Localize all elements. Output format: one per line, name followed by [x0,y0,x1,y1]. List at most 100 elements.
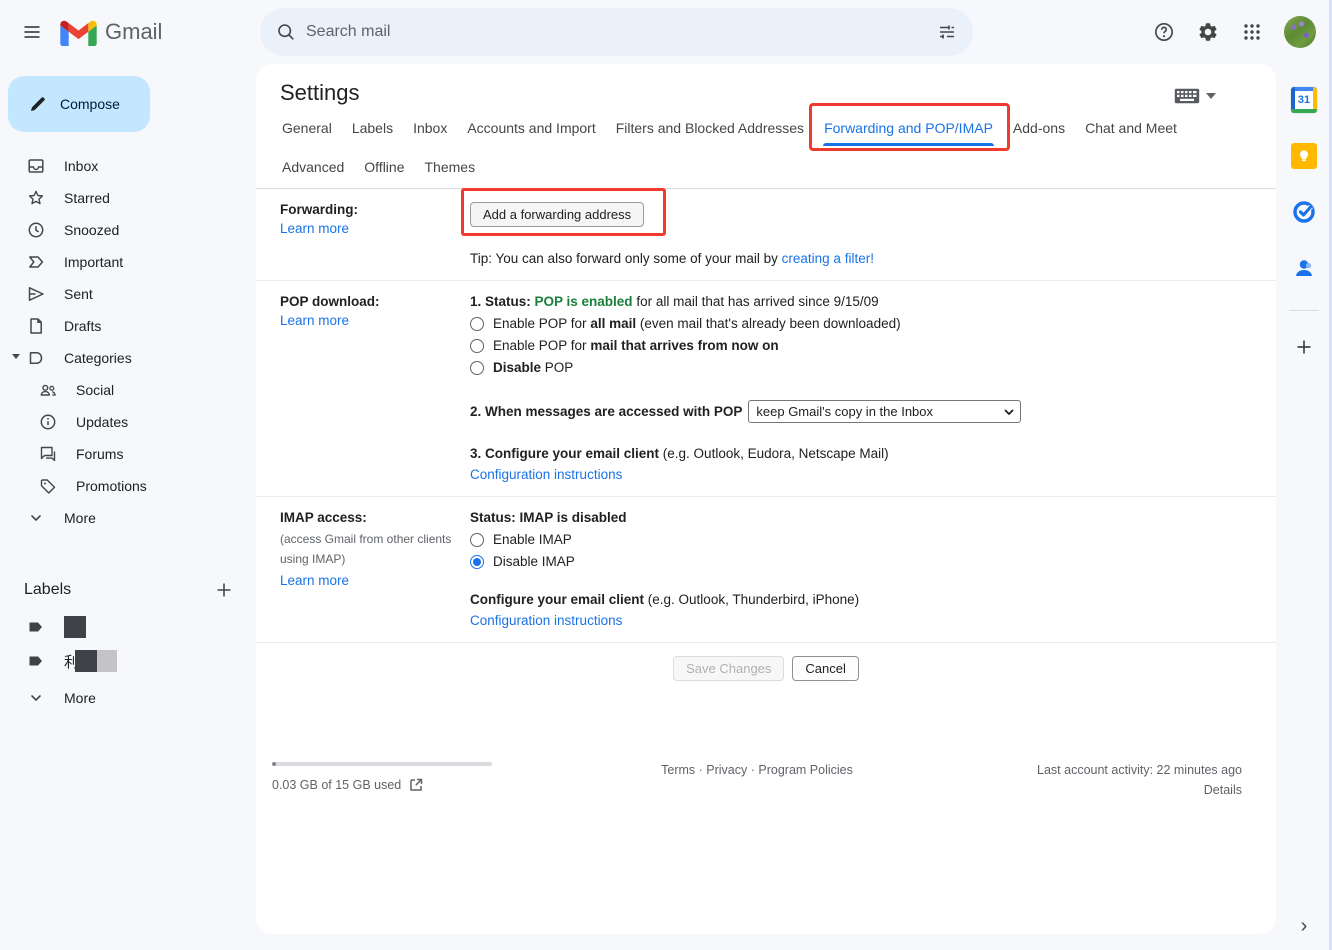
tab-forwarding-and-pop-imap[interactable]: Forwarding and POP/IMAP [814,110,1003,149]
calendar-app-button[interactable]: 31 [1284,80,1324,120]
sidebar-item-label: Starred [64,190,110,206]
tab-labels[interactable]: Labels [342,110,403,149]
radio-label: Enable POP for all mail (even mail that'… [493,316,901,331]
send-icon [26,284,46,304]
help-icon[interactable] [1144,12,1184,52]
keep-app-button[interactable] [1284,136,1324,176]
sidebar-item-sent[interactable]: Sent [0,278,256,310]
settings-gear-icon[interactable] [1188,12,1228,52]
radio-button[interactable] [470,361,484,375]
collapse-caret-icon[interactable] [12,354,20,359]
people-icon [38,380,58,400]
imap-option-disable: Disable IMAP [470,554,1260,569]
add-label-plus-icon[interactable] [214,580,234,600]
radio-label: Disable POP [493,360,573,375]
sidebar-item-starred[interactable]: Starred [0,182,256,214]
sidebar-item-snoozed[interactable]: Snoozed [0,214,256,246]
sidebar-item-important[interactable]: Important [0,246,256,278]
label-row[interactable]: 利 [0,644,256,678]
terms-link[interactable]: Terms [661,763,695,777]
program-policies-link[interactable]: Program Policies [758,763,852,777]
tab-themes[interactable]: Themes [415,149,486,188]
labels-more[interactable]: More [0,682,256,714]
sidebar-item-promotions[interactable]: Promotions [0,470,256,502]
sidebar-item-updates[interactable]: Updates [0,406,256,438]
pop-learn-more-link[interactable]: Learn more [280,313,349,328]
imap-option-enable: Enable IMAP [470,532,1260,547]
hide-side-panel-chevron[interactable]: › [1276,915,1332,938]
pop-configuration-instructions-link[interactable]: Configuration instructions [470,467,622,482]
radio-button[interactable] [470,555,484,569]
chevron-down-icon [26,508,46,528]
storage-progress-bar [272,762,492,766]
search-options-icon[interactable] [927,12,967,52]
top-bar: Gmail [0,0,1332,64]
imap-configuration-instructions-link[interactable]: Configuration instructions [470,613,622,628]
label-text-fragment: 利 [64,651,75,672]
gmail-logo[interactable]: Gmail [60,18,162,46]
tab-inbox[interactable]: Inbox [403,110,457,149]
external-link-icon[interactable] [409,778,423,792]
page-title: Settings [280,78,360,108]
sidebar-nav: Inbox Starred Snoozed Important Sent Dra… [0,150,256,534]
add-forwarding-address-button[interactable]: Add a forwarding address [470,202,644,227]
label-tag-icon [26,617,46,637]
sidebar-item-label: More [64,510,96,526]
forwarding-learn-more-link[interactable]: Learn more [280,221,349,236]
contacts-app-button[interactable] [1284,248,1324,288]
details-link[interactable]: Details [942,783,1242,797]
hamburger-menu-icon[interactable] [12,12,52,52]
sidebar-item-label: Promotions [76,478,147,494]
tab-chat-and-meet[interactable]: Chat and Meet [1075,110,1187,149]
radio-label: Disable IMAP [493,554,575,569]
imap-configure-line: Configure your email client (e.g. Outloo… [470,592,1260,607]
input-tools-toggle[interactable] [1174,88,1216,104]
sidebar-item-social[interactable]: Social [0,374,256,406]
radio-button[interactable] [470,317,484,331]
sidebar-item-categories[interactable]: Categories [0,342,256,374]
form-actions: Save Changes Cancel [256,643,1276,694]
footer-links: Terms · Privacy · Program Policies [572,754,942,797]
account-avatar[interactable] [1284,16,1316,48]
settings-tabs: General Labels Inbox Accounts and Import… [256,110,1276,189]
sidebar-item-forums[interactable]: Forums [0,438,256,470]
imap-access-label: IMAP access: [280,510,470,525]
privacy-link[interactable]: Privacy [706,763,747,777]
get-add-ons-button[interactable] [1284,327,1324,367]
tasks-app-button[interactable] [1284,192,1324,232]
search-input[interactable] [306,23,927,41]
sidebar-item-drafts[interactable]: Drafts [0,310,256,342]
tab-add-ons[interactable]: Add-ons [1003,110,1075,149]
imap-learn-more-link[interactable]: Learn more [280,573,349,588]
sidebar-item-label: Updates [76,414,128,430]
radio-button[interactable] [470,533,484,547]
inbox-icon [26,156,46,176]
forwarding-label: Forwarding: [280,202,470,217]
search-icon[interactable] [266,12,306,52]
tab-filters-and-blocked-addresses[interactable]: Filters and Blocked Addresses [606,110,814,149]
sidebar-item-inbox[interactable]: Inbox [0,150,256,182]
pop-action-select[interactable]: keep Gmail's copy in the Inbox [748,400,1021,423]
sidebar-item-label: Social [76,382,114,398]
google-apps-grid-icon[interactable] [1232,12,1272,52]
forwarding-tip: Tip: You can also forward only some of y… [470,251,1260,266]
pop-download-section: POP download: Learn more 1. Status: POP … [256,281,1276,497]
pop-option-disable: Disable POP [470,360,1260,375]
label-row[interactable] [0,610,256,644]
tab-accounts-and-import[interactable]: Accounts and Import [457,110,605,149]
forum-chat-icon [38,444,58,464]
app-name: Gmail [105,19,162,45]
cancel-button[interactable]: Cancel [792,656,858,681]
save-changes-button[interactable]: Save Changes [673,656,784,681]
tab-general[interactable]: General [272,110,342,149]
tab-offline[interactable]: Offline [354,149,414,188]
radio-button[interactable] [470,339,484,353]
search-bar[interactable] [260,8,973,56]
tab-advanced[interactable]: Advanced [272,149,354,188]
card-footer: 0.03 GB of 15 GB used Terms · Privacy · … [256,750,1276,797]
chevron-down-icon [1206,93,1216,99]
compose-button[interactable]: Compose [8,76,150,132]
sidebar-item-more[interactable]: More [0,502,256,534]
creating-a-filter-link[interactable]: creating a filter! [782,251,874,266]
keyboard-icon [1174,88,1200,104]
